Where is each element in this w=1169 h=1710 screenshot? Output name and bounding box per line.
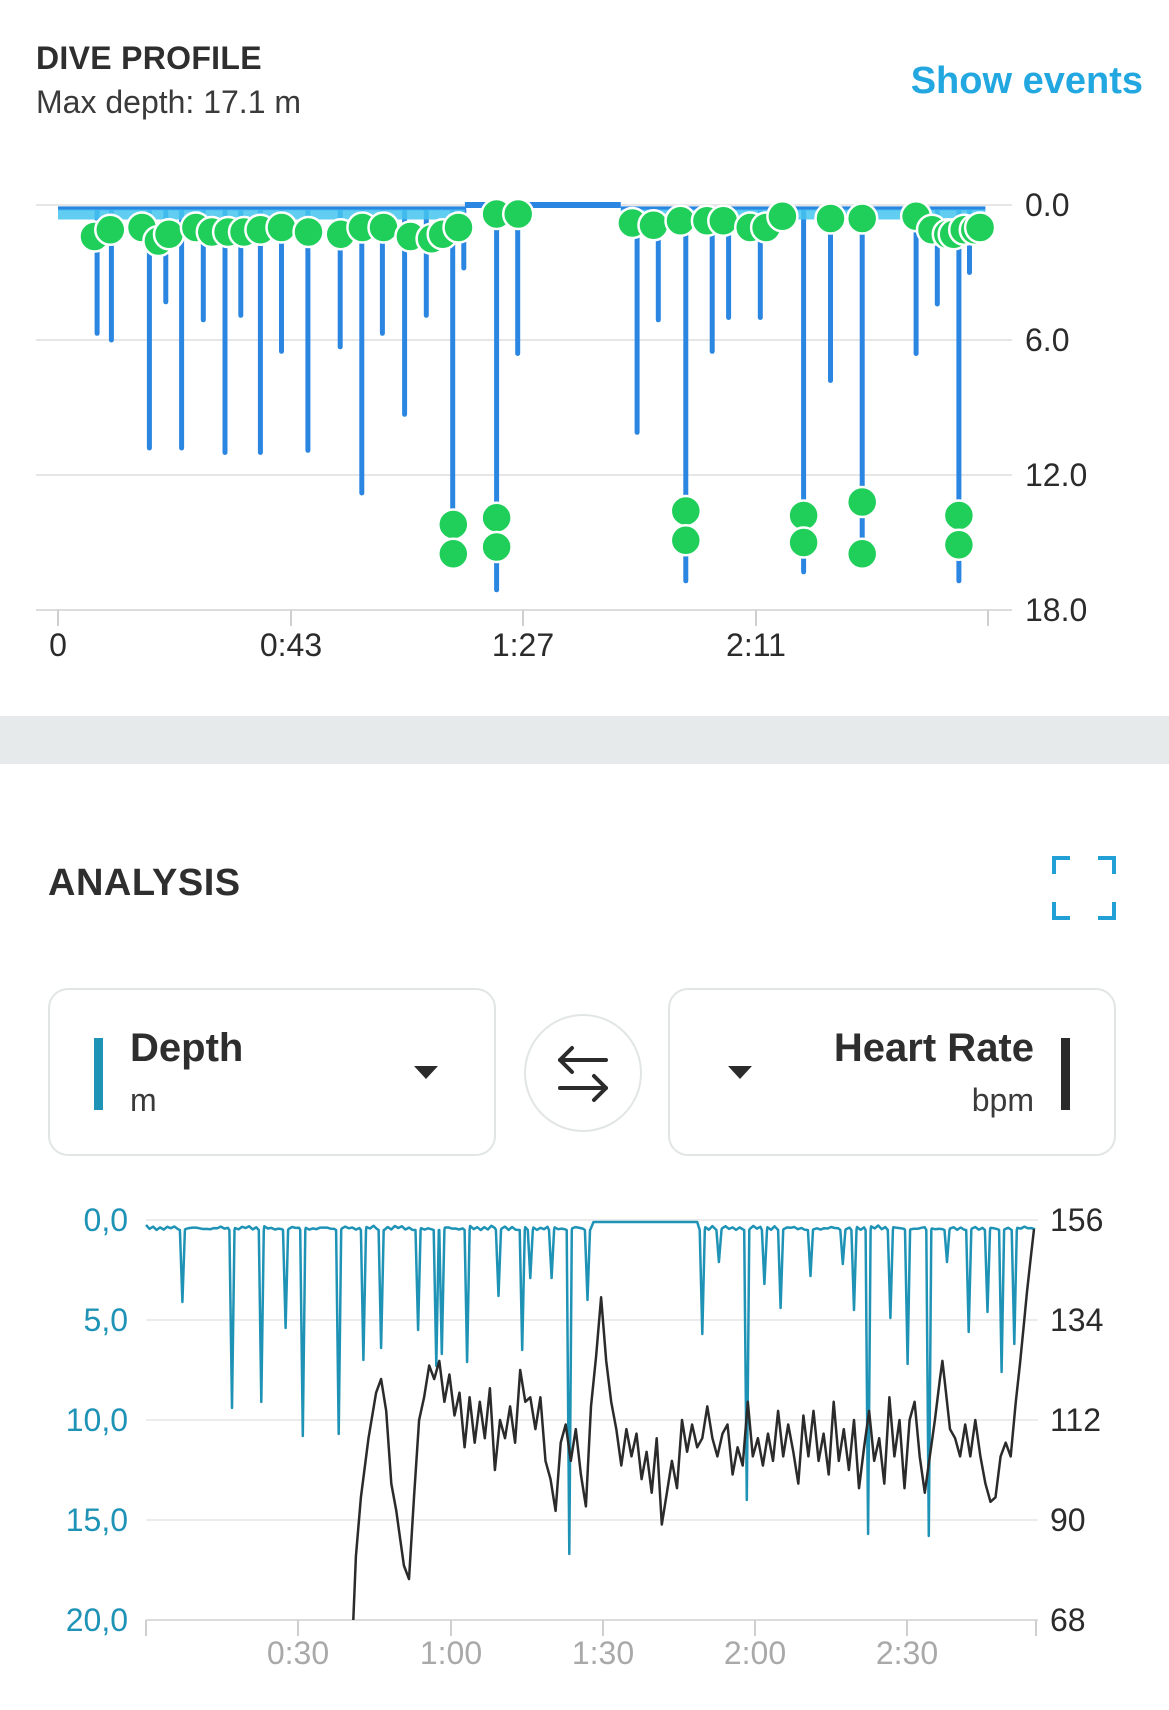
show-events-link[interactable]: Show events — [911, 60, 1143, 103]
event-marker-18[interactable] — [442, 211, 475, 244]
heart-rate-color-bar — [1061, 1038, 1070, 1110]
section-divider — [0, 716, 1169, 764]
event-marker-35[interactable] — [787, 499, 820, 532]
x-label-100: 1:00 — [420, 1635, 482, 1671]
right-y-label-68: 68 — [1050, 1602, 1086, 1638]
x-label-200: 2:00 — [724, 1635, 786, 1671]
right-y-label-112: 112 — [1050, 1402, 1101, 1438]
event-marker-45[interactable] — [942, 499, 976, 532]
event-marker-26[interactable] — [637, 209, 670, 242]
right-y-labels: 156 134 112 90 68 — [1050, 1202, 1103, 1638]
y-label-0: 0.0 — [1025, 187, 1069, 223]
right-y-label-134: 134 — [1050, 1302, 1103, 1338]
analysis-title: ANALYSIS — [48, 862, 241, 904]
left-y-label-5: 5,0 — [84, 1302, 128, 1338]
event-marker-11[interactable] — [292, 215, 325, 249]
left-y-label-20: 20,0 — [66, 1602, 128, 1638]
profile-y-labels: 0.0 6.0 12.0 18.0 — [1025, 187, 1087, 628]
y-label-12: 12.0 — [1025, 457, 1087, 493]
left-y-label-15: 15,0 — [66, 1502, 128, 1538]
dive-profile-chart[interactable]: 0.0 6.0 12.0 18.0 0 0:43 1:27 2:11 — [0, 160, 1169, 680]
heart-rate-selector-unit: bpm — [971, 1082, 1034, 1118]
event-marker-31[interactable] — [707, 204, 740, 238]
y-label-6: 6.0 — [1025, 322, 1069, 358]
x-label-230: 2:30 — [876, 1635, 938, 1671]
profile-events — [78, 197, 997, 571]
depth-series-line — [145, 1220, 1036, 1556]
chevron-down-icon — [728, 1066, 752, 1079]
left-y-label-0: 0,0 — [84, 1202, 128, 1238]
max-depth-text: Max depth: 17.1 m — [36, 84, 302, 120]
x-label-127: 1:27 — [492, 627, 554, 663]
event-marker-46[interactable] — [942, 528, 976, 562]
profile-x-labels: 0 0:43 1:27 2:11 — [49, 627, 786, 663]
event-marker-4[interactable] — [152, 218, 186, 251]
heart-rate-selector[interactable]: Heart Rate bpm — [668, 988, 1116, 1156]
depth-selector[interactable]: Depth m — [48, 988, 496, 1156]
x-label-030: 0:30 — [267, 1635, 329, 1671]
event-marker-10[interactable] — [265, 211, 298, 244]
event-marker-14[interactable] — [367, 211, 400, 244]
x-label-130: 1:30 — [572, 1635, 634, 1671]
x-label-0: 0 — [49, 627, 67, 663]
depth-color-bar — [94, 1038, 103, 1110]
event-marker-40[interactable] — [845, 537, 879, 571]
dive-profile-title: DIVE PROFILE — [36, 40, 262, 76]
expand-icon[interactable] — [1052, 856, 1116, 920]
right-y-label-156: 156 — [1050, 1202, 1103, 1238]
event-marker-36[interactable] — [787, 526, 820, 559]
event-marker-49[interactable] — [963, 211, 997, 244]
chevron-down-icon — [414, 1066, 438, 1079]
heart-rate-selector-name: Heart Rate — [833, 1026, 1034, 1070]
x-label-211: 2:11 — [726, 627, 786, 663]
profile-x-ticks — [57, 610, 989, 626]
depth-selector-unit: m — [130, 1082, 157, 1118]
x-label-043: 0:43 — [260, 627, 322, 663]
event-marker-22[interactable] — [480, 501, 513, 535]
profile-dips — [94, 207, 972, 593]
swap-arrows-icon — [558, 1046, 608, 1102]
left-y-label-10: 10,0 — [66, 1402, 128, 1438]
event-marker-23[interactable] — [480, 530, 513, 564]
event-marker-34[interactable] — [766, 200, 799, 233]
analysis-chart[interactable]: 0,0 5,0 10,0 15,0 20,0 156 134 112 90 68… — [0, 1184, 1169, 1704]
analysis-grid — [146, 1219, 1038, 1621]
right-y-label-90: 90 — [1050, 1502, 1086, 1538]
event-marker-20[interactable] — [437, 537, 470, 571]
event-marker-29[interactable] — [669, 524, 703, 557]
event-marker-19[interactable] — [437, 508, 470, 541]
analysis-x-labels: 0:30 1:00 1:30 2:00 2:30 — [267, 1635, 938, 1671]
event-marker-24[interactable] — [501, 197, 535, 231]
left-y-labels: 0,0 5,0 10,0 15,0 20,0 — [66, 1202, 128, 1638]
y-label-18: 18.0 — [1025, 592, 1087, 628]
event-marker-37[interactable] — [814, 202, 847, 235]
analysis-x-ticks — [145, 1620, 1037, 1636]
event-marker-38[interactable] — [845, 202, 879, 235]
event-marker-1[interactable] — [94, 213, 127, 247]
event-marker-28[interactable] — [669, 494, 703, 528]
event-marker-39[interactable] — [845, 485, 879, 519]
depth-selector-name: Depth — [130, 1026, 244, 1070]
swap-axes-button[interactable] — [524, 1014, 642, 1132]
